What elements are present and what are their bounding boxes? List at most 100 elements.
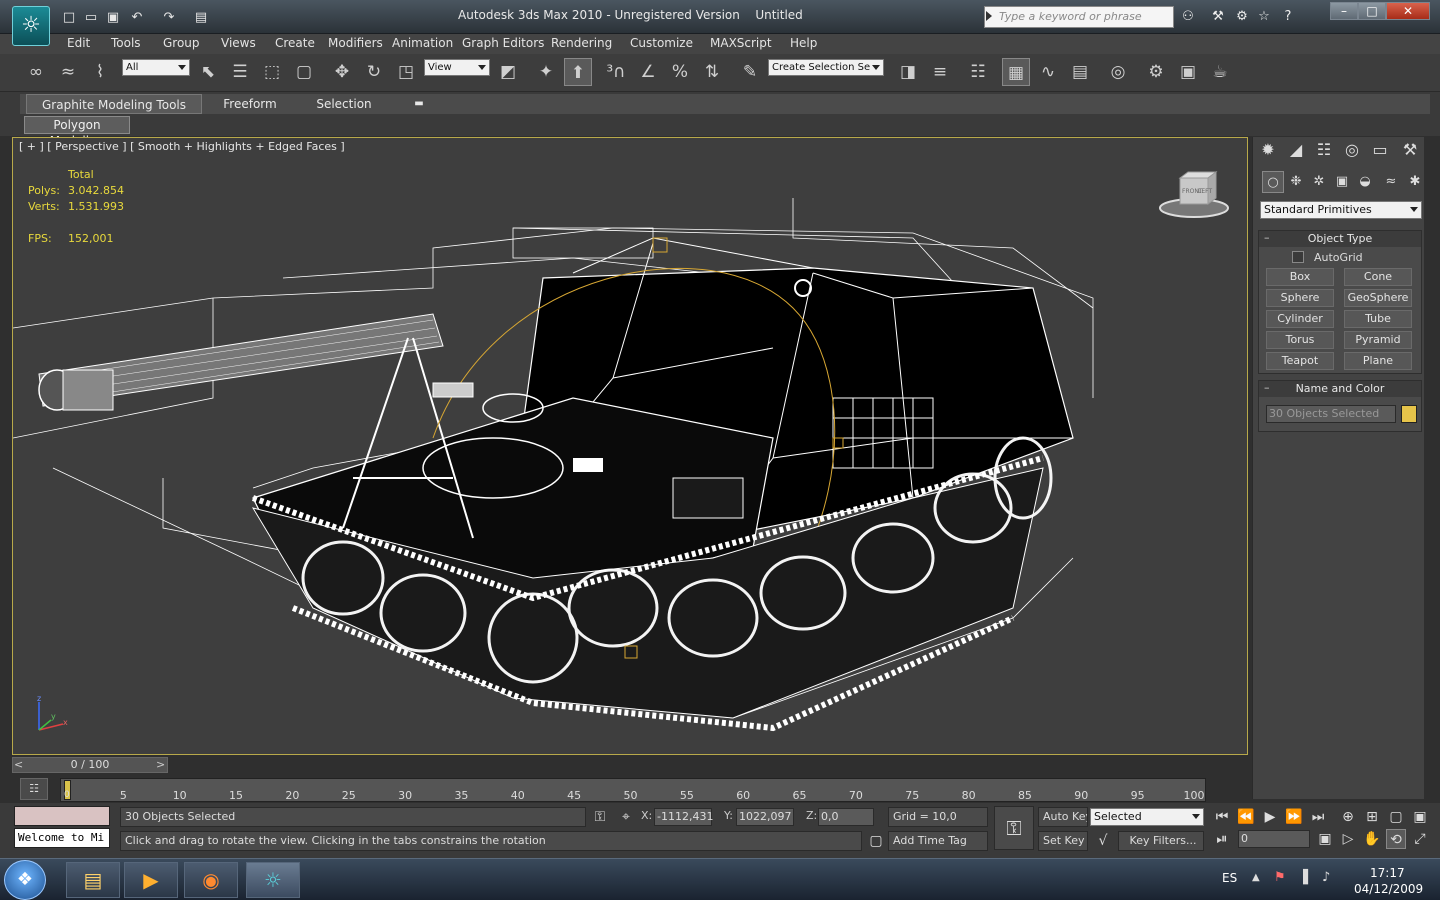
perspective-viewport[interactable]: [ + ] [ Perspective ] [ Smooth + Highlig…: [12, 137, 1248, 755]
clock-time[interactable]: 17:17: [1370, 866, 1405, 880]
schematic-view-icon[interactable]: ▤: [1066, 58, 1094, 86]
select-and-scale-icon[interactable]: ◳: [392, 58, 420, 86]
selection-lock-icon[interactable]: ⚿: [590, 807, 610, 827]
project-folder-icon[interactable]: ▤: [192, 9, 210, 27]
reference-coordinate-dropdown[interactable]: View: [424, 59, 490, 76]
cameras-icon[interactable]: ▣: [1331, 171, 1353, 193]
shapes-icon[interactable]: ❉: [1285, 171, 1307, 193]
app-logo-icon[interactable]: ☼: [12, 6, 50, 46]
box-button[interactable]: Box: [1266, 268, 1334, 286]
play-icon[interactable]: ▶: [1260, 807, 1280, 827]
object-color-swatch[interactable]: [1401, 405, 1417, 423]
start-button[interactable]: ❖: [4, 860, 46, 900]
cone-button[interactable]: Cone: [1344, 268, 1412, 286]
y-coordinate-input[interactable]: 1022,097: [736, 808, 794, 826]
ribbon-minimize-icon[interactable]: ▬: [410, 94, 428, 114]
tab-selection[interactable]: Selection: [304, 94, 384, 114]
add-time-tag[interactable]: Add Time Tag: [888, 831, 988, 851]
mini-curve-editor-icon[interactable]: ☷: [20, 778, 48, 800]
space-warps-icon[interactable]: ≈: [1380, 171, 1402, 193]
auto-key-button[interactable]: Auto Key: [1038, 807, 1088, 827]
lights-icon[interactable]: ✲: [1308, 171, 1330, 193]
keyboard-shortcut-override-icon[interactable]: ⬆: [564, 58, 592, 86]
x-coordinate-input[interactable]: -1112,431: [654, 808, 713, 826]
show-hidden-icons[interactable]: ▲: [1252, 872, 1260, 883]
new-file-icon[interactable]: □: [60, 9, 78, 27]
maxscript-listener-white[interactable]: Welcome to Mi: [14, 828, 110, 848]
polygon-modeling-panel[interactable]: Polygon Modeling: [24, 116, 130, 148]
time-slider[interactable]: 0 / 100: [12, 757, 168, 773]
z-coordinate-input[interactable]: 0,0: [818, 808, 874, 826]
menu-graph-editors[interactable]: Graph Editors: [462, 36, 544, 50]
menu-maxscript[interactable]: MAXScript: [710, 36, 772, 50]
rollout-collapse-icon[interactable]: –: [1264, 381, 1270, 394]
sphere-button[interactable]: Sphere: [1266, 289, 1334, 307]
rollout-collapse-icon[interactable]: –: [1264, 231, 1270, 244]
key-filters-button[interactable]: Key Filters...: [1118, 831, 1204, 851]
tab-graphite-modeling-tools[interactable]: Graphite Modeling Tools: [26, 94, 202, 114]
selection-filter-dropdown[interactable]: All: [122, 59, 190, 76]
menu-tools[interactable]: Tools: [111, 36, 141, 50]
create-tab-icon[interactable]: ✹: [1254, 138, 1282, 162]
name-and-color-header[interactable]: Name and Color: [1259, 381, 1421, 397]
render-setup-icon[interactable]: ⚙: [1142, 58, 1170, 86]
3dsmax-task-icon[interactable]: ☼: [246, 862, 300, 898]
action-center-icon[interactable]: ⚑: [1274, 870, 1286, 885]
render-teapot-icon[interactable]: ☕: [1206, 58, 1234, 86]
modify-tab-icon[interactable]: ◢: [1282, 138, 1310, 162]
spinner-snap-icon[interactable]: ⇅: [698, 58, 726, 86]
edit-named-selection-icon[interactable]: ✎: [736, 58, 764, 86]
firefox-icon[interactable]: ◉: [184, 862, 238, 898]
select-manipulate-icon[interactable]: ✦: [532, 58, 560, 86]
select-and-link-icon[interactable]: ∞: [22, 58, 50, 86]
rendered-frame-window-icon[interactable]: ▣: [1174, 58, 1202, 86]
search-input[interactable]: Type a keyword or phrase: [984, 6, 1174, 28]
open-file-icon[interactable]: ▭: [82, 9, 100, 27]
set-key-icon[interactable]: ⚿: [994, 806, 1034, 850]
tube-button[interactable]: Tube: [1344, 310, 1412, 328]
help-icon[interactable]: ?: [1278, 8, 1298, 26]
network-icon[interactable]: ▐: [1298, 870, 1308, 885]
favorites-star-icon[interactable]: ☆: [1254, 8, 1274, 26]
time-slider-prev[interactable]: <: [14, 758, 23, 771]
cylinder-button[interactable]: Cylinder: [1266, 310, 1334, 328]
search-arrow-icon[interactable]: [986, 11, 992, 21]
maxscript-listener-pink[interactable]: [14, 806, 110, 826]
subscription-icon[interactable]: ⚙: [1232, 8, 1252, 26]
maximize-button[interactable]: □: [1358, 2, 1386, 20]
torus-button[interactable]: Torus: [1266, 331, 1334, 349]
angle-snap-icon[interactable]: ∠: [634, 58, 662, 86]
default-tangents-icon[interactable]: √: [1092, 831, 1114, 851]
next-frame-icon[interactable]: ⏩: [1284, 807, 1304, 827]
mirror-icon[interactable]: ◨: [894, 58, 922, 86]
percent-snap-icon[interactable]: %: [666, 58, 694, 86]
hierarchy-tab-icon[interactable]: ☷: [1310, 138, 1338, 162]
media-player-icon[interactable]: ▶: [124, 862, 178, 898]
curve-editor-icon[interactable]: ∿: [1034, 58, 1062, 86]
zoom-extents-icon[interactable]: ▢: [1386, 807, 1406, 827]
set-key-button[interactable]: Set Key: [1038, 831, 1088, 851]
volume-icon[interactable]: ♪: [1322, 870, 1330, 885]
object-type-header[interactable]: Object Type: [1259, 231, 1421, 247]
menu-help[interactable]: Help: [790, 36, 817, 50]
menu-animation[interactable]: Animation: [392, 36, 453, 50]
snaps-toggle-icon[interactable]: ³∩: [602, 58, 630, 86]
plane-button[interactable]: Plane: [1344, 352, 1412, 370]
go-to-start-icon[interactable]: ⏮: [1212, 807, 1232, 827]
absolute-mode-icon[interactable]: ⌖: [616, 807, 636, 827]
menu-group[interactable]: Group: [163, 36, 200, 50]
menu-customize[interactable]: Customize: [630, 36, 693, 50]
key-mode-dropdown[interactable]: Selected: [1090, 808, 1204, 826]
time-configuration-icon[interactable]: ▣: [1316, 829, 1334, 849]
go-to-end-icon[interactable]: ⏭: [1308, 807, 1328, 827]
time-tag-icon[interactable]: ▢: [866, 831, 886, 851]
autogrid-checkbox[interactable]: [1292, 251, 1304, 263]
rectangular-selection-icon[interactable]: ⬚: [258, 58, 286, 86]
geosphere-button[interactable]: GeoSphere: [1344, 289, 1412, 307]
select-and-move-icon[interactable]: ✥: [328, 58, 356, 86]
select-by-name-icon[interactable]: ☰: [226, 58, 254, 86]
time-slider-next[interactable]: >: [156, 758, 165, 771]
pan-view-icon[interactable]: ✋: [1362, 829, 1382, 849]
key-mode-toggle-icon[interactable]: ⏯: [1212, 829, 1232, 849]
pyramid-button[interactable]: Pyramid: [1344, 331, 1412, 349]
